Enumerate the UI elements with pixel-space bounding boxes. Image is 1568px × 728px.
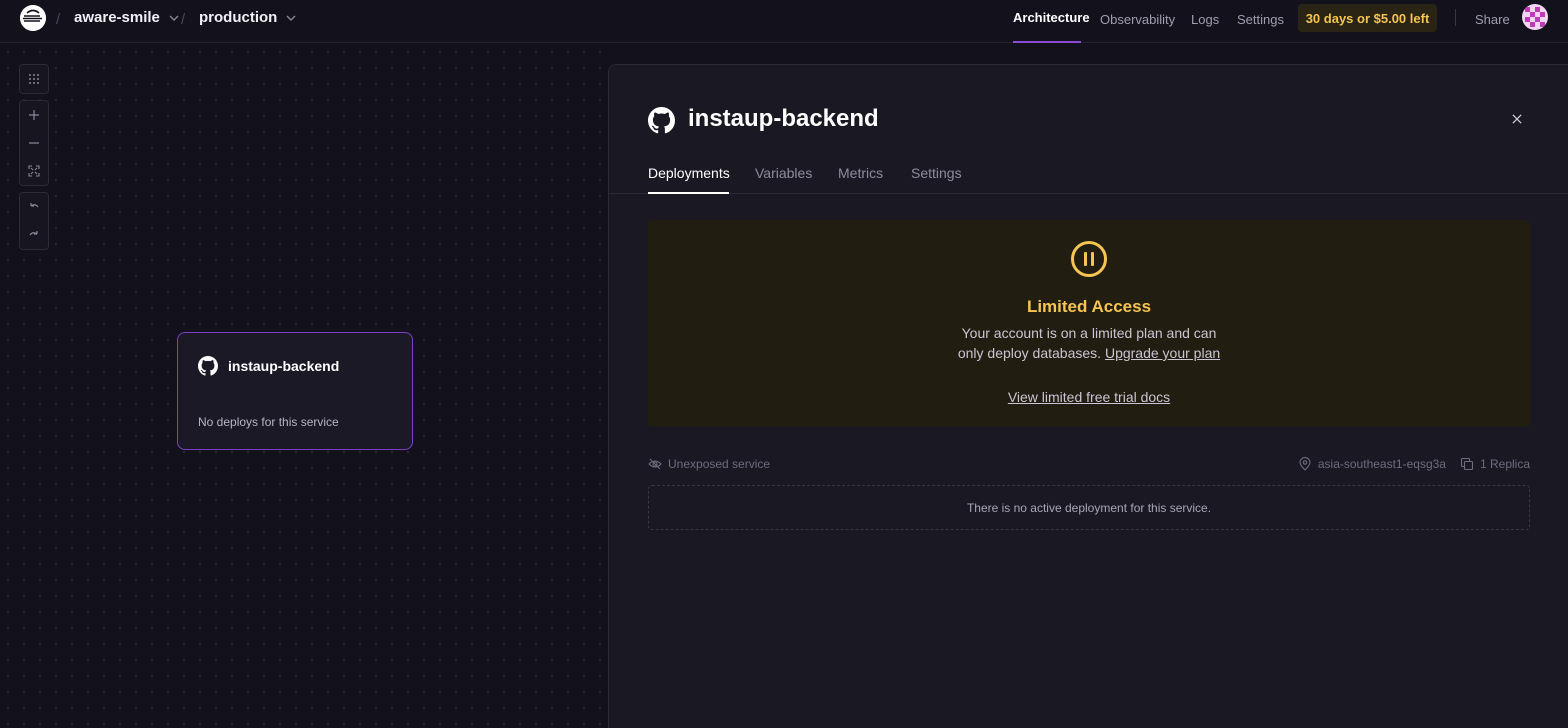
service-node[interactable]: instaup-backend No deploys for this serv…	[177, 332, 413, 450]
grid-icon[interactable]	[20, 65, 48, 93]
limited-access-line2: only deploy databases.	[957, 345, 1102, 361]
pause-icon	[1071, 241, 1107, 277]
project-selector[interactable]: aware-smile	[74, 9, 180, 26]
nav-observability[interactable]: Observability	[1100, 12, 1175, 27]
breadcrumb-separator: /	[181, 11, 186, 28]
project-name: aware-smile	[74, 9, 160, 26]
copy-replica-icon	[1460, 457, 1474, 471]
trial-docs-link-text[interactable]: View limited free trial docs	[1008, 389, 1170, 405]
share-button[interactable]: Share	[1475, 12, 1510, 27]
replica-count[interactable]: 1 Replica	[1480, 457, 1530, 471]
breadcrumb-separator: /	[56, 11, 61, 28]
active-nav-indicator	[1013, 41, 1081, 43]
canvas-zoom-group	[19, 100, 49, 186]
canvas-toolbar-group	[19, 64, 49, 94]
active-tab-indicator	[648, 192, 729, 194]
upgrade-plan-link[interactable]: Upgrade your plan	[1105, 345, 1220, 361]
limited-access-line1: Your account is on a limited plan and ca…	[961, 325, 1217, 341]
exposure-label: Unexposed service	[668, 457, 771, 471]
fit-view-icon[interactable]	[20, 157, 48, 185]
avatar[interactable]	[1522, 4, 1548, 30]
region-replicas: asia-southeast1-eqsg3a 1 Replica	[1298, 457, 1530, 471]
environment-name: production	[199, 9, 278, 26]
divider	[1455, 9, 1456, 26]
chevron-down-icon	[169, 15, 179, 21]
service-meta-row: Unexposed service asia-southeast1-eqsg3a…	[648, 457, 1530, 475]
railway-logo-icon[interactable]	[20, 5, 46, 31]
zoom-out-icon[interactable]	[20, 129, 48, 157]
tab-settings[interactable]: Settings	[911, 165, 962, 181]
service-detail-panel: instaup-backend Deployments Variables Me…	[608, 64, 1568, 728]
github-icon	[198, 356, 218, 376]
nav-logs[interactable]: Logs	[1191, 12, 1219, 27]
trial-docs-link[interactable]: View limited free trial docs	[648, 389, 1530, 405]
close-icon[interactable]	[1509, 111, 1525, 127]
nav-settings[interactable]: Settings	[1237, 12, 1284, 27]
zoom-in-icon[interactable]	[20, 101, 48, 129]
tab-metrics[interactable]: Metrics	[838, 165, 883, 181]
limited-access-banner: Limited Access Your account is on a limi…	[648, 220, 1530, 427]
undo-icon[interactable]	[20, 193, 48, 221]
architecture-canvas[interactable]: instaup-backend No deploys for this serv…	[0, 44, 608, 728]
limited-access-title: Limited Access	[1026, 297, 1152, 316]
canvas-history-group	[19, 192, 49, 250]
eye-off-icon	[648, 458, 662, 470]
trial-badge[interactable]: 30 days or $5.00 left	[1298, 4, 1437, 32]
github-icon	[648, 107, 675, 134]
location-pin-icon	[1299, 457, 1311, 471]
region-label[interactable]: asia-southeast1-eqsg3a	[1318, 457, 1446, 471]
chevron-down-icon	[286, 15, 296, 21]
tab-variables[interactable]: Variables	[755, 165, 812, 181]
nav-architecture[interactable]: Architecture	[1013, 10, 1090, 25]
node-status: No deploys for this service	[198, 415, 339, 429]
environment-selector[interactable]: production	[199, 9, 297, 26]
empty-message: There is no active deployment for this s…	[966, 500, 1212, 515]
exposure-status: Unexposed service	[648, 457, 770, 471]
limited-access-description: Your account is on a limited plan and ca…	[648, 323, 1530, 363]
empty-deployments-state: There is no active deployment for this s…	[648, 485, 1530, 530]
top-nav-bar: / aware-smile / production Architecture …	[0, 0, 1568, 43]
node-title: instaup-backend	[228, 358, 340, 374]
panel-tabs: Deployments Variables Metrics Settings	[609, 165, 1568, 194]
tab-deployments[interactable]: Deployments	[648, 165, 730, 181]
panel-title: instaup-backend	[688, 105, 879, 132]
redo-icon[interactable]	[20, 221, 48, 249]
